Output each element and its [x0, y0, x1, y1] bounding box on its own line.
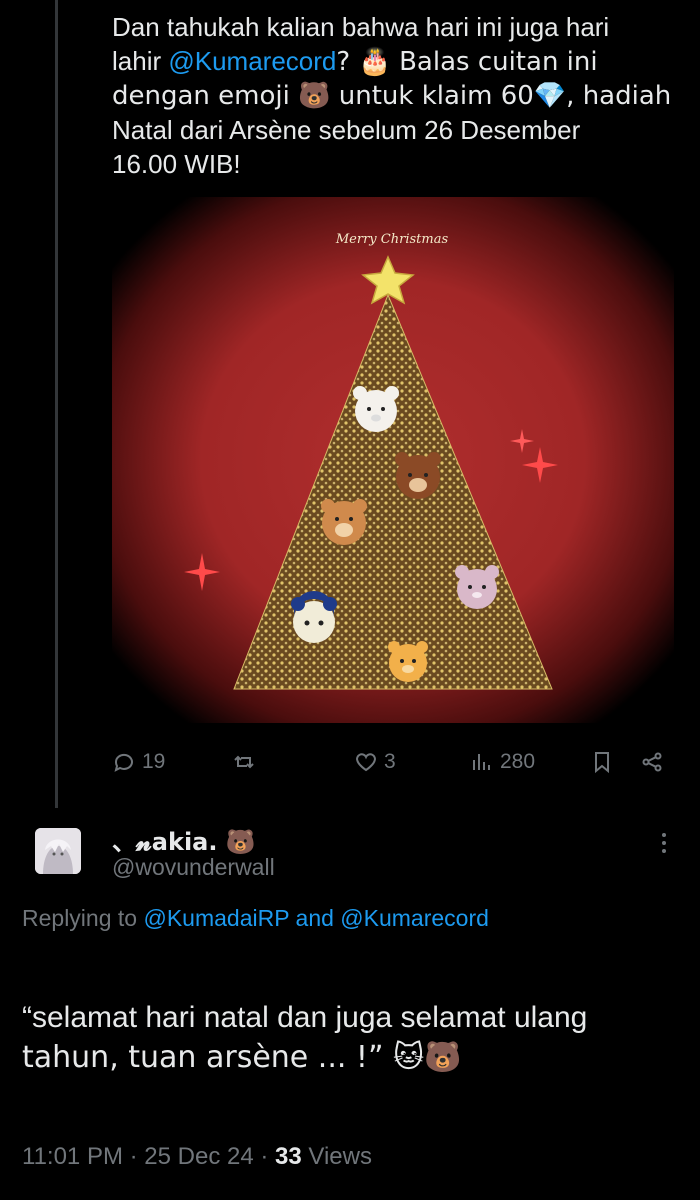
views-count: 280 [500, 750, 536, 773]
share-action[interactable] [640, 744, 664, 780]
views-action[interactable]: 280 [470, 744, 535, 780]
like-action[interactable]: 3 [354, 744, 396, 780]
share-icon [642, 752, 662, 772]
avatar[interactable] [35, 828, 81, 874]
thread-connector-line [55, 0, 58, 808]
like-count: 3 [384, 750, 396, 773]
tweet-action-bar: 19 3 280 [112, 744, 672, 780]
tweet-image[interactable]: Merry Christmas [112, 197, 674, 723]
timestamp-time[interactable]: 11:01 PM [22, 1143, 123, 1170]
reply-body: “selamat hari natal dan juga selamat ula… [22, 998, 682, 1078]
replying-prefix: Replying to [22, 905, 144, 931]
mention-link[interactable]: @Kumarecord [168, 46, 336, 76]
tweet-line: 16.00 WIB! [112, 149, 241, 179]
timestamp-date[interactable]: 25 Dec 24 [144, 1143, 253, 1170]
tweet-meta: 11:01 PM · 25 Dec 24 · 33 Views [22, 1143, 372, 1171]
reply-count: 19 [142, 750, 166, 773]
reply-header: 、𝓷akia. 🐻 @wovunderwall [0, 818, 700, 888]
separator: · [122, 1143, 145, 1170]
bookmark-action[interactable] [590, 744, 614, 780]
tweet-text-fragment: ? 🎂 Balas cuitan ini [336, 47, 598, 77]
bear-ornament [291, 591, 337, 643]
reply-line: tahun, tuan arsène ... !” 🐱🐻 [22, 1040, 462, 1075]
display-name[interactable]: 、𝓷akia. 🐻 [112, 822, 256, 857]
mention-link[interactable]: @KumadaiRP [143, 905, 289, 931]
heart-icon [356, 753, 376, 772]
replying-to: Replying to @KumadaiRP and @Kumarecord [22, 905, 489, 932]
tweet-line: Dan tahukah kalian bahwa hari ini juga h… [112, 12, 610, 42]
retweet-action[interactable] [232, 744, 262, 780]
views-label: Views [301, 1143, 372, 1170]
tweet-line: Natal dari Arsène sebelum 26 Desember [112, 115, 581, 145]
retweet-icon [234, 755, 254, 769]
bear-ornament [395, 452, 441, 499]
tweet-line: lahir @Kumarecord? 🎂 Balas cuitan ini [112, 44, 672, 79]
tweet-line: dengan emoji 🐻 untuk klaim 60💎, hadiah [112, 81, 672, 111]
bookmark-icon [595, 752, 609, 774]
views-number: 33 [275, 1143, 302, 1170]
mention-link[interactable]: @Kumarecord [340, 905, 489, 931]
tweet-body: Dan tahukah kalian bahwa hari ini juga h… [112, 10, 672, 181]
more-vertical-icon[interactable] [652, 828, 676, 858]
bar-chart-icon [473, 754, 490, 770]
image-caption: Merry Christmas [335, 232, 449, 247]
user-handle[interactable]: @wovunderwall [112, 854, 275, 881]
comment-bubble-icon [114, 753, 133, 772]
reply-line: “selamat hari natal dan juga selamat ula… [22, 1001, 588, 1034]
separator: · [253, 1143, 276, 1170]
replying-and: and [289, 905, 341, 931]
tweet-text-fragment: lahir [112, 46, 169, 76]
reply-action[interactable]: 19 [112, 744, 165, 780]
